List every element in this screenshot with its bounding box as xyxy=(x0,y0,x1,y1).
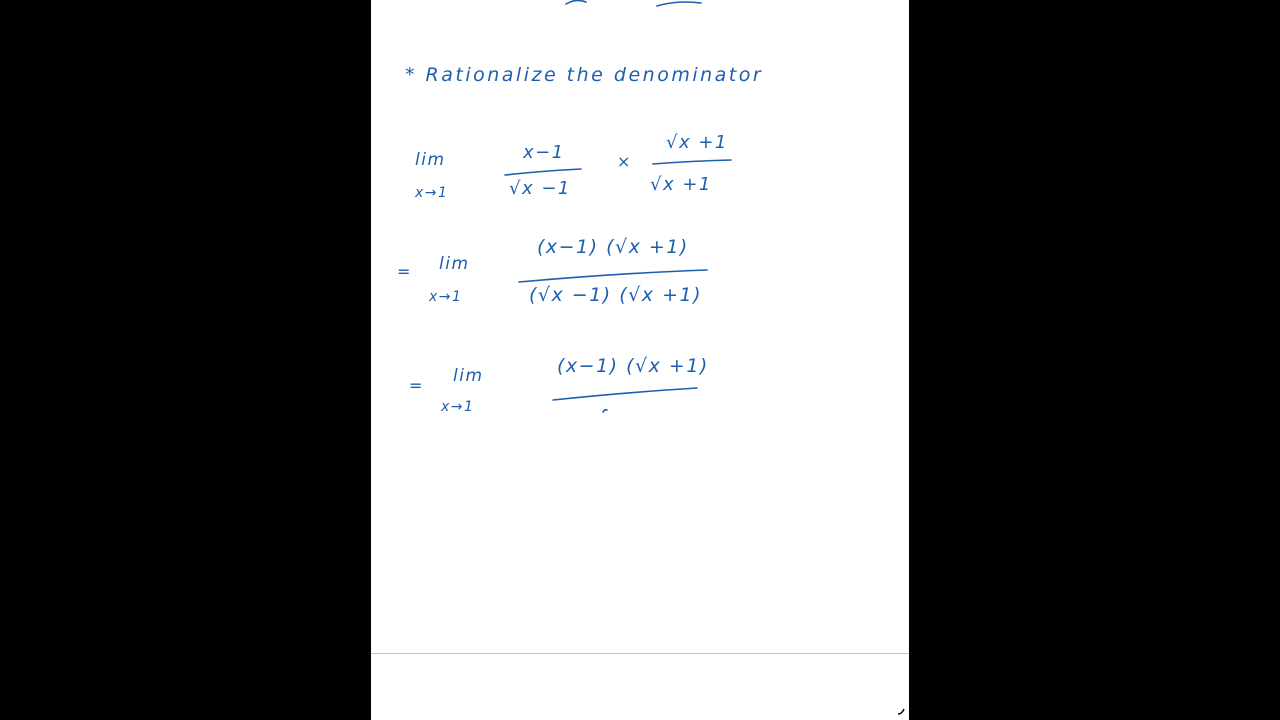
top-scroll-remnant xyxy=(565,0,702,7)
line3-fraction-bar xyxy=(552,387,698,401)
line1-frac1-bar xyxy=(504,168,582,176)
ink-strokes xyxy=(504,0,732,413)
stray-mark xyxy=(602,408,608,413)
page-divider xyxy=(371,653,909,654)
line1-frac2-bar xyxy=(652,159,732,165)
resize-corner-icon xyxy=(897,708,905,715)
note-page[interactable]: * Rationalize the denominator lim x→1 x−… xyxy=(371,0,909,720)
line2-fraction-bar xyxy=(518,269,708,283)
